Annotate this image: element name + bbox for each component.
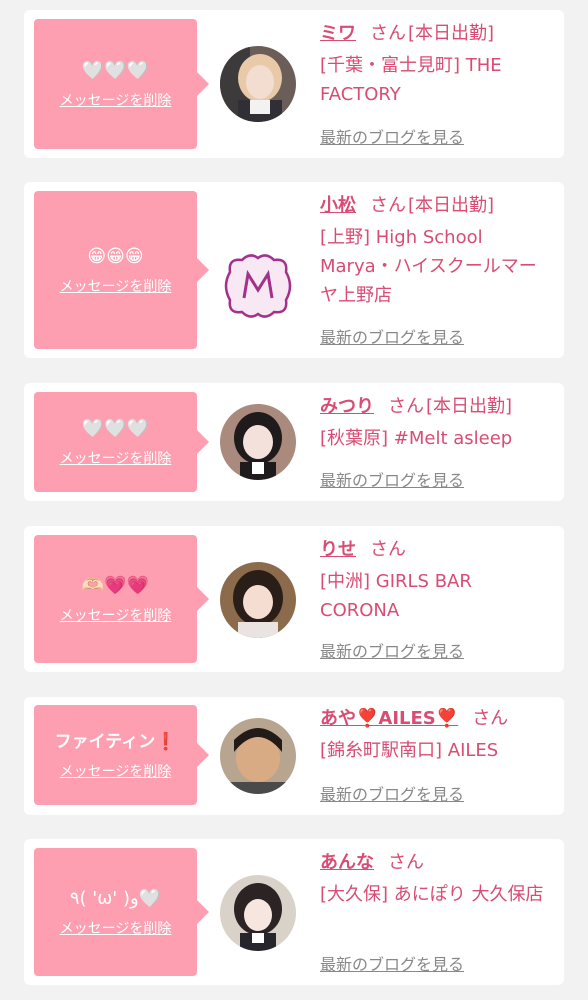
message-bubble: 😁😁😁 メッセージを削除 [34,191,209,349]
message-card: ファイティン❗ メッセージを削除 あや❣️AILES❣️ さん [錦糸町駅南口] … [24,697,564,815]
latest-blog-link[interactable]: 最新のブログを見る [320,124,464,148]
avatar[interactable] [220,718,296,794]
message-bubble: 🫶🏻💗💗 メッセージを削除 [34,535,209,663]
latest-blog-link[interactable]: 最新のブログを見る [320,467,464,491]
girl-info: ミワ さん [本日出勤] [千葉・富士見町] THE FACTORY [320,20,550,109]
message-text: 😁😁😁 [87,246,144,267]
girl-info: りせ さん [中洲] GIRLS BAR CORONA [320,536,550,625]
honorific: さん [370,23,406,44]
message-text: 🤍🤍🤍 [81,60,150,81]
status-label: [本日出勤] [426,396,513,417]
delete-message-link[interactable]: メッセージを削除 [60,90,172,110]
girl-name-link[interactable]: 小松 [320,195,356,216]
message-card: 😁😁😁 メッセージを削除 小松 さん [本日出勤] [上野] High School… [24,182,564,358]
girl-name-link[interactable]: ミワ [320,23,356,44]
girl-info: あんな さん [大久保] あにぽり 大久保店 [320,849,550,909]
shop-name: [錦糸町駅南口] AILES [320,740,499,761]
message-card: ٩( 'ω' )و🤍 メッセージを削除 あんな さん [大久保] あにぽり 大久保… [24,839,564,985]
latest-blog-link[interactable]: 最新のブログを見る [320,638,464,662]
shop-name: [千葉・富士見町] THE FACTORY [320,55,502,105]
message-text: 🫶🏻💗💗 [81,575,150,596]
girl-name-link[interactable]: みつり [320,396,374,417]
message-card: 🤍🤍🤍 メッセージを削除 ミワ さん [本日出勤] [千葉・富士見町] THE FA… [24,10,564,158]
latest-blog-link[interactable]: 最新のブログを見る [320,951,464,975]
delete-message-link[interactable]: メッセージを削除 [60,761,172,781]
shop-name: [中洲] GIRLS BAR CORONA [320,571,472,621]
girl-name-link[interactable]: あんな [320,852,374,873]
delete-message-link[interactable]: メッセージを削除 [60,918,172,938]
delete-message-link[interactable]: メッセージを削除 [60,605,172,625]
latest-blog-link[interactable]: 最新のブログを見る [320,324,464,348]
shop-name: [大久保] あにぽり 大久保店 [320,884,544,905]
avatar[interactable] [220,562,296,638]
honorific: さん [388,396,424,417]
shop-name: [上野] High School Marya・ハイスクールマーヤ上野店 [320,227,537,306]
girl-info: みつり さん [本日出勤] [秋葉原] #Melt asleep [320,393,550,453]
shop-logo[interactable] [220,248,296,324]
girl-name-link[interactable]: あや❣️AILES❣️ [320,708,458,729]
message-card: 🫶🏻💗💗 メッセージを削除 りせ さん [中洲] GIRLS BAR CORONA… [24,526,564,672]
honorific: さん [370,539,406,560]
avatar[interactable] [220,404,296,480]
message-bubble: ファイティン❗ メッセージを削除 [34,705,209,805]
girl-name-link[interactable]: りせ [320,539,356,560]
message-bubble: 🤍🤍🤍 メッセージを削除 [34,392,209,492]
message-bubble: ٩( 'ω' )و🤍 メッセージを削除 [34,848,209,976]
message-text: ٩( 'ω' )و🤍 [69,888,162,909]
message-card: 🤍🤍🤍 メッセージを削除 みつり さん [本日出勤] [秋葉原] #Melt asl… [24,383,564,501]
status-label: [本日出勤] [408,195,495,216]
girl-info: 小松 さん [本日出勤] [上野] High School Marya・ハイスクール… [320,192,550,310]
message-text: 🤍🤍🤍 [81,418,150,439]
message-text: ファイティン❗ [54,732,177,752]
honorific: さん [472,708,509,729]
girl-info: あや❣️AILES❣️ さん [錦糸町駅南口] AILES [320,705,550,765]
delete-message-link[interactable]: メッセージを削除 [60,448,172,468]
status-label: [本日出勤] [408,23,495,44]
shop-name: [秋葉原] #Melt asleep [320,428,513,449]
message-bubble: 🤍🤍🤍 メッセージを削除 [34,19,209,149]
delete-message-link[interactable]: メッセージを削除 [60,276,172,296]
honorific: さん [370,195,406,216]
avatar[interactable] [220,46,296,122]
honorific: さん [388,852,424,873]
latest-blog-link[interactable]: 最新のブログを見る [320,781,464,805]
avatar[interactable] [220,875,296,951]
